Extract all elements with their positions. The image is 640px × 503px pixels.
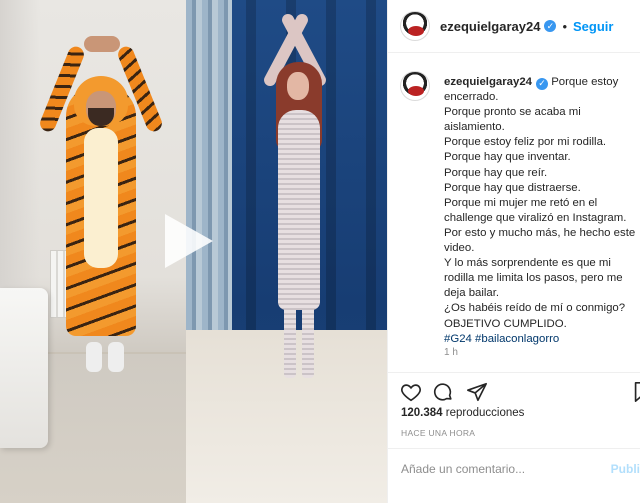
view-count-number: 120.384	[401, 407, 443, 419]
comment-bar: Publi	[387, 448, 640, 488]
caption: ezequielgaray24 ✓ Porque estoy encerrado.…	[400, 65, 636, 365]
comment-icon[interactable]	[432, 381, 454, 403]
share-icon[interactable]	[466, 381, 488, 403]
caption-line: Por esto y mucho más, he hecho este vide…	[444, 226, 636, 255]
publish-button[interactable]: Publi	[611, 462, 640, 476]
play-icon[interactable]	[165, 214, 213, 268]
caption-timestamp: 1 h	[444, 347, 458, 358]
bookmark-icon[interactable]	[631, 381, 640, 403]
caption-line: Porque hay que reír.	[444, 166, 548, 179]
caption-line: Porque mi mujer me retó en el challenge …	[444, 196, 627, 224]
avatar[interactable]	[400, 11, 430, 41]
post-header: ezequielgaray24 ✓ • Seguir	[388, 0, 640, 53]
action-bar	[387, 372, 640, 408]
view-count[interactable]: 120.384 reproducciones	[401, 407, 524, 419]
caption-line: Porque hay que inventar.	[444, 151, 571, 164]
view-count-label: reproducciones	[445, 407, 525, 419]
caption-line: Porque pronto se acaba mi aislamiento.	[444, 106, 581, 134]
caption-avatar[interactable]	[400, 71, 430, 101]
caption-line: Porque hay que distraerse.	[444, 181, 581, 194]
verified-icon: ✓	[544, 20, 557, 32]
caption-text: ezequielgaray24 ✓ Porque estoy encerrado.…	[444, 75, 640, 347]
post-video[interactable]	[0, 0, 387, 503]
header-username[interactable]: ezequielgaray24	[440, 19, 540, 34]
caption-line: OBJETIVO CUMPLIDO.	[444, 317, 567, 330]
verified-icon: ✓	[536, 77, 549, 90]
man-in-tiger-costume	[37, 36, 165, 376]
caption-username[interactable]: ezequielgaray24	[444, 76, 532, 88]
woman-in-sequin-outfit	[254, 10, 344, 390]
follow-button[interactable]: Seguir	[573, 19, 613, 34]
bed-image	[0, 288, 48, 448]
separator-dot: •	[562, 18, 568, 34]
post-timestamp[interactable]: HACE UNA HORA	[401, 428, 475, 438]
heart-icon[interactable]	[400, 381, 422, 403]
caption-line: Porque estoy feliz por mi rodilla.	[444, 136, 607, 149]
hashtag-links[interactable]: #G24 #bailaconlagorro	[444, 332, 640, 347]
caption-line: ¿Os habéis reído de mí o conmigo?	[444, 302, 626, 315]
comment-input[interactable]	[401, 461, 591, 476]
caption-line: Y lo más sorprendente es que mi rodilla …	[444, 257, 623, 300]
